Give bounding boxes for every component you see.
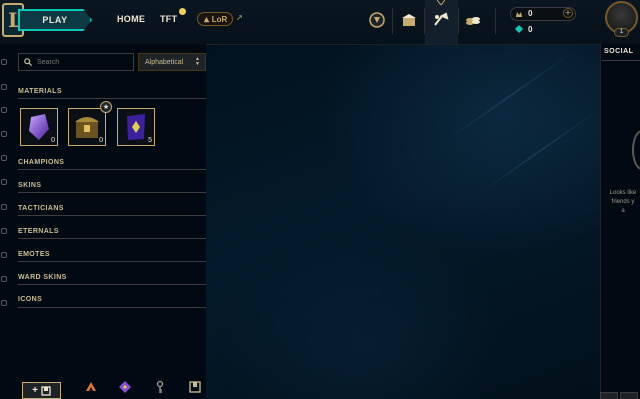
loot-bag-icon[interactable] (188, 380, 202, 394)
search-icon (24, 58, 32, 66)
rail-icon[interactable] (1, 84, 7, 90)
selected-caret-icon (437, 0, 445, 5)
divider (392, 8, 393, 34)
lor-icon (203, 16, 210, 22)
lor-label: LoR (211, 14, 228, 24)
divider (495, 8, 496, 34)
rail-icon[interactable] (1, 155, 7, 161)
rail-icon[interactable] (1, 228, 7, 234)
divider (458, 8, 459, 34)
rail-icon[interactable] (1, 204, 7, 210)
nav-home[interactable]: HOME (117, 14, 145, 24)
section-materials[interactable]: MATERIALS (18, 88, 206, 95)
blue-essence-icon (515, 25, 523, 33)
material-count: 5 (148, 137, 152, 144)
add-label: + (32, 385, 38, 396)
material-hextech-chest[interactable]: 0 (68, 108, 106, 146)
bag-icon (41, 385, 51, 396)
rail-icon[interactable] (1, 276, 7, 282)
lor-button[interactable]: LoR (197, 12, 233, 26)
rail-icon[interactable] (1, 252, 7, 258)
section-eternals[interactable]: ETERNALS (18, 228, 206, 235)
section-divider (18, 215, 206, 216)
background-scene (206, 44, 600, 399)
social-panel (600, 44, 640, 399)
dropdown-arrows-icon: ▲ ▼ (195, 56, 200, 67)
social-button[interactable] (620, 392, 638, 399)
social-empty-message: Looks like friends y a (609, 190, 637, 214)
summoner-level: 1 (614, 28, 629, 37)
gem-icon[interactable] (84, 380, 98, 394)
section-divider (18, 238, 206, 239)
section-divider (18, 192, 206, 193)
section-ward-skins[interactable]: WARD SKINS (18, 274, 206, 281)
rail-icon[interactable] (1, 300, 7, 306)
material-count: 0 (51, 137, 55, 144)
section-emotes[interactable]: EMOTES (18, 251, 206, 258)
section-divider (18, 307, 206, 308)
material-count: 0 (99, 137, 103, 144)
section-skins[interactable]: SKINS (18, 182, 206, 189)
social-divider (602, 60, 640, 61)
loot-coins-icon[interactable] (463, 10, 483, 30)
key-icon[interactable] (153, 380, 167, 394)
riot-points-icon (516, 12, 522, 17)
rail-icon[interactable] (1, 107, 7, 113)
section-divider (18, 261, 206, 262)
rail-icon[interactable] (1, 59, 7, 65)
section-tacticians[interactable]: TACTICIANS (18, 205, 206, 212)
social-button[interactable] (600, 392, 618, 399)
sort-selected-value: Alphabetical (145, 58, 184, 66)
rail-icon[interactable] (1, 131, 7, 137)
section-divider (18, 98, 206, 99)
search-input[interactable]: Search (18, 53, 134, 71)
material-purple-token[interactable]: 5 (117, 108, 155, 146)
social-title: SOCIAL (604, 48, 634, 55)
tft-notification-dot (179, 8, 186, 15)
sort-dropdown[interactable]: Alphabetical ▲ ▼ (138, 53, 206, 71)
section-icons[interactable]: ICONS (18, 296, 206, 303)
purple-shard-icon[interactable] (118, 380, 132, 394)
external-link-icon: ↗ (236, 13, 243, 22)
blue-essence-value: 0 (528, 25, 533, 34)
play-button[interactable]: PLAY (18, 9, 92, 31)
section-divider (18, 284, 206, 285)
nav-tft[interactable]: TFT (160, 14, 177, 24)
section-champions[interactable]: CHAMPIONS (18, 159, 206, 166)
store-icon[interactable] (431, 10, 451, 30)
material-purple-crystal[interactable]: 0 (20, 108, 58, 146)
star-badge-icon: ★ (100, 101, 112, 113)
collection-chest-icon[interactable] (399, 10, 419, 30)
add-item-button[interactable]: + (22, 382, 61, 399)
add-currency-button[interactable]: + (563, 8, 573, 18)
search-placeholder: Search (37, 58, 60, 66)
profile-emblem-icon[interactable] (367, 10, 387, 30)
orange-currency-value: 0 (528, 9, 533, 18)
rail-icon[interactable] (1, 179, 7, 185)
section-divider (18, 169, 206, 170)
